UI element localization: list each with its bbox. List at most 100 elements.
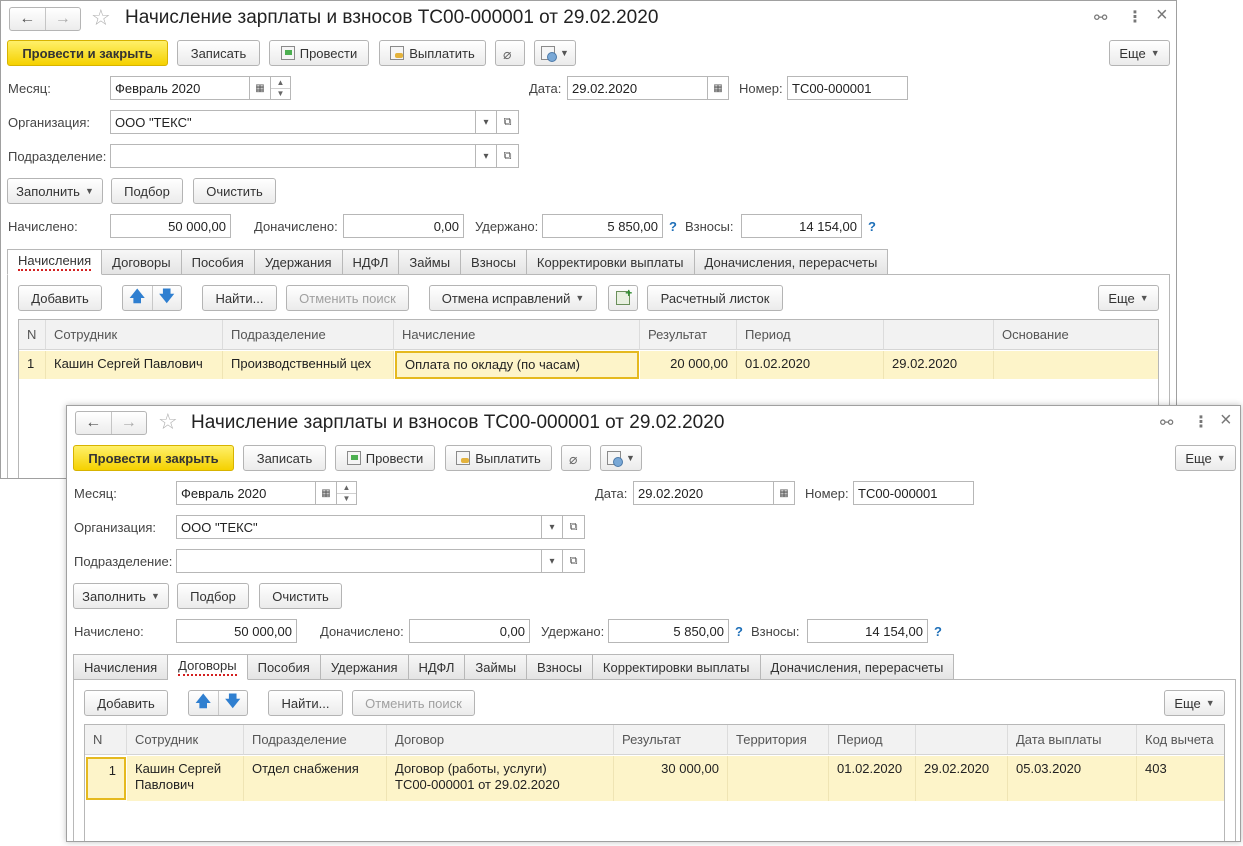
month-stepper[interactable]: ▲ ▼ [337,481,357,505]
table-cell-selected[interactable]: Оплата по окладу (по часам) [395,351,639,379]
dropdown-icon[interactable]: ▾ [542,549,563,573]
tab-payment-corrections[interactable]: Корректировки выплаты [592,654,761,680]
add-row-button[interactable]: Добавить [84,690,168,716]
clear-button[interactable]: Очистить [193,178,276,204]
tab-ndfl[interactable]: НДФЛ [342,249,400,275]
attach-button[interactable]: ⌀ [561,445,591,471]
tab-benefits[interactable]: Пособия [247,654,321,680]
dropdown-icon[interactable]: ▾ [542,515,563,539]
column-header[interactable]: Код вычета [1137,725,1224,755]
table-more-button[interactable]: Еще ▼ [1164,690,1225,716]
pay-button[interactable]: Выплатить [379,40,486,66]
more-button[interactable]: Еще ▼ [1175,445,1236,471]
column-header[interactable]: Подразделение [244,725,387,755]
post-button[interactable]: Провести [269,40,369,66]
calendar-icon[interactable]: ▦ [708,76,729,100]
post-and-close-button[interactable]: Провести и закрыть [7,40,168,66]
payslip-button[interactable]: Расчетный листок [647,285,783,311]
stepper-down-icon[interactable]: ▼ [271,87,290,100]
tab-recalculations[interactable]: Доначисления, перерасчеты [694,249,889,275]
table-cell[interactable]: 01.02.2020 [829,756,916,801]
tab-benefits[interactable]: Пособия [181,249,255,275]
table-cell[interactable] [994,351,1158,379]
open-icon[interactable]: ⧉ [497,110,519,134]
tab-recalculations[interactable]: Доначисления, перерасчеты [760,654,955,680]
close-icon[interactable]: × [1220,409,1232,432]
open-icon[interactable]: ⧉ [563,515,585,539]
clear-button[interactable]: Очистить [259,583,342,609]
column-header[interactable]: Территория [728,725,829,755]
column-header[interactable]: Основание [994,320,1158,350]
more-button[interactable]: Еще ▼ [1109,40,1170,66]
table-cell[interactable]: 01.02.2020 [737,351,884,379]
month-stepper[interactable]: ▲ ▼ [271,76,291,100]
tab-deductions[interactable]: Удержания [254,249,343,275]
open-icon[interactable]: ⧉ [563,549,585,573]
report-menu-button[interactable]: ▼ [600,445,642,471]
back-arrow-icon[interactable]: ← [10,8,45,30]
close-icon[interactable]: × [1156,4,1168,27]
forward-arrow-icon[interactable]: → [44,8,81,30]
column-header[interactable]: Сотрудник [46,320,223,350]
table-cell[interactable]: 1 [19,351,46,379]
date-input[interactable]: 29.02.2020 [633,481,774,505]
month-input[interactable]: Февраль 2020 [176,481,316,505]
help-icon[interactable]: ? [868,219,876,234]
table-cell-selected[interactable]: 1 [86,757,126,800]
favorite-star-icon[interactable]: ☆ [158,409,178,435]
calendar-icon[interactable]: ▦ [250,76,271,100]
back-arrow-icon[interactable]: ← [76,412,111,434]
table-cell[interactable]: Отдел снабжения [244,756,387,801]
number-input[interactable]: ТС00-000001 [853,481,974,505]
forward-arrow-icon[interactable]: → [110,412,147,434]
tab-accruals[interactable]: Начисления [73,654,169,680]
column-header[interactable] [884,320,994,350]
calendar-icon[interactable]: ▦ [774,481,795,505]
department-input[interactable] [110,144,476,168]
select-button[interactable]: Подбор [111,178,183,204]
department-input[interactable] [176,549,542,573]
move-down-icon[interactable]: 🡇 [151,286,182,310]
table-cell[interactable]: 403 [1137,756,1224,801]
organization-input[interactable]: ООО "ТЕКС" [110,110,476,134]
tab-loans[interactable]: Займы [465,654,528,680]
move-up-icon[interactable]: 🡅 [123,286,152,310]
add-row-button[interactable]: Добавить [18,285,102,311]
link-icon[interactable]: ⚯ [1094,8,1107,28]
column-header[interactable]: Период [829,725,916,755]
menu-dots-icon[interactable]: ⋮ [1127,7,1143,27]
column-header[interactable]: Договор [387,725,614,755]
column-header[interactable] [916,725,1008,755]
date-input[interactable]: 29.02.2020 [567,76,708,100]
column-header[interactable]: Начисление [394,320,640,350]
column-header[interactable]: Период [737,320,884,350]
fill-button[interactable]: Заполнить ▼ [73,583,169,609]
column-header[interactable]: Дата выплаты [1008,725,1137,755]
month-input[interactable]: Февраль 2020 [110,76,250,100]
column-header[interactable]: Подразделение [223,320,394,350]
table-cell[interactable]: Кашин Сергей Павлович [127,756,244,801]
tab-deductions[interactable]: Удержания [320,654,409,680]
post-button[interactable]: Провести [335,445,435,471]
open-icon[interactable]: ⧉ [497,144,519,168]
stepper-up-icon[interactable]: ▲ [271,77,290,88]
undo-corrections-button[interactable]: Отмена исправлений ▼ [429,285,597,311]
column-header[interactable]: N [19,320,46,350]
dropdown-icon[interactable]: ▾ [476,144,497,168]
add-grid-button[interactable] [608,285,638,311]
number-input[interactable]: ТС00-000001 [787,76,908,100]
table-cell[interactable]: 20 000,00 [640,351,737,379]
select-button[interactable]: Подбор [177,583,249,609]
table-cell[interactable]: Кашин Сергей Павлович [46,351,223,379]
organization-input[interactable]: ООО "ТЕКС" [176,515,542,539]
tab-contributions[interactable]: Взносы [527,654,593,680]
calendar-icon[interactable]: ▦ [316,481,337,505]
dropdown-icon[interactable]: ▾ [476,110,497,134]
table-cell[interactable]: Производственный цех [223,351,394,379]
tab-payment-corrections[interactable]: Корректировки выплаты [526,249,695,275]
menu-dots-icon[interactable]: ⋮ [1193,412,1209,432]
fill-button[interactable]: Заполнить ▼ [7,178,103,204]
report-menu-button[interactable]: ▼ [534,40,576,66]
help-icon[interactable]: ? [934,624,942,639]
save-button[interactable]: Записать [177,40,260,66]
